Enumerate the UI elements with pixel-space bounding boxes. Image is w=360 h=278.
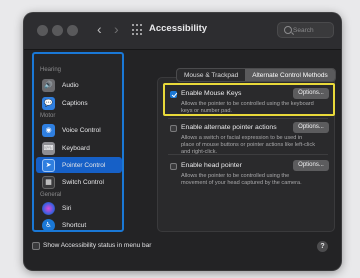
preferences-window: ‹ › Accessibility Hearing 🔊 Audio 💬 Capt… (24, 13, 341, 270)
close-window-button[interactable] (37, 25, 48, 36)
sidebar-item-label: Pointer Control (62, 161, 106, 169)
sidebar: Hearing 🔊 Audio 💬 Captions Motor ◉ Voice… (32, 52, 124, 232)
sidebar-item-label: Switch Control (62, 178, 104, 186)
sidebar-item-label: Voice Control (62, 126, 101, 134)
tab-alternate-control-methods[interactable]: Alternate Control Methods (245, 69, 335, 81)
divider (168, 118, 328, 119)
minimize-window-button[interactable] (52, 25, 63, 36)
window-title: Accessibility (149, 23, 208, 34)
search-icon (284, 26, 292, 34)
status-menu-bar-label: Show Accessibility status in menu bar (43, 242, 152, 249)
sidebar-item-audio[interactable]: 🔊 Audio (36, 77, 122, 93)
help-button[interactable]: ? (317, 241, 328, 252)
section-label-general: General (40, 192, 62, 198)
search-input[interactable] (293, 24, 333, 37)
section-label-hearing: Hearing (40, 67, 62, 73)
search-field[interactable] (277, 22, 334, 38)
tab-mouse-trackpad[interactable]: Mouse & Trackpad (177, 69, 245, 81)
forward-button[interactable]: › (114, 22, 119, 36)
sidebar-item-label: Siri (62, 204, 72, 212)
tab-bar: Mouse & Trackpad Alternate Control Metho… (176, 68, 336, 82)
pointer-icon: ➤ (42, 158, 55, 172)
option-title: Enable alternate pointer actions (181, 124, 277, 131)
back-button[interactable]: ‹ (97, 22, 102, 36)
sidebar-item-label: Captions (62, 99, 88, 107)
sidebar-item-captions[interactable]: 💬 Captions (36, 95, 122, 111)
sidebar-item-pointer-control[interactable]: ➤ Pointer Control (36, 157, 122, 173)
sidebar-item-keyboard[interactable]: ⌨ Keyboard (36, 140, 122, 156)
sidebar-item-label: Audio (62, 81, 79, 89)
section-label-motor: Motor (40, 113, 56, 119)
sidebar-item-siri[interactable]: Siri (36, 200, 122, 216)
shortcut-icon: ♿ (42, 218, 55, 232)
grid-icon[interactable] (132, 24, 144, 36)
sidebar-item-label: Shortcut (62, 221, 87, 229)
switch-icon: ▦ (42, 175, 55, 189)
status-menu-bar-checkbox[interactable] (32, 242, 40, 250)
sidebar-item-voice-control[interactable]: ◉ Voice Control (36, 122, 122, 138)
head-pointer-options-button[interactable]: Options... (293, 160, 329, 171)
divider (168, 154, 328, 155)
highlight-box (163, 83, 335, 116)
option-title: Enable head pointer (181, 162, 242, 169)
zoom-window-button[interactable] (67, 25, 78, 36)
siri-icon (42, 201, 55, 215)
option-description: Allows the pointer to be controlled usin… (181, 173, 302, 187)
alternate-pointer-options-button[interactable]: Options... (293, 122, 329, 133)
alternate-pointer-checkbox[interactable] (170, 125, 177, 132)
speaker-icon: 🔊 (42, 78, 55, 92)
head-pointer-checkbox[interactable] (170, 163, 177, 170)
sidebar-item-label: Keyboard (62, 144, 90, 152)
captions-icon: 💬 (42, 96, 55, 110)
title-bar: ‹ › Accessibility (24, 13, 341, 50)
sidebar-item-shortcut[interactable]: ♿ Shortcut (36, 217, 122, 233)
keyboard-icon: ⌨ (42, 141, 55, 155)
sidebar-item-switch-control[interactable]: ▦ Switch Control (36, 174, 122, 190)
voice-control-icon: ◉ (42, 123, 55, 137)
